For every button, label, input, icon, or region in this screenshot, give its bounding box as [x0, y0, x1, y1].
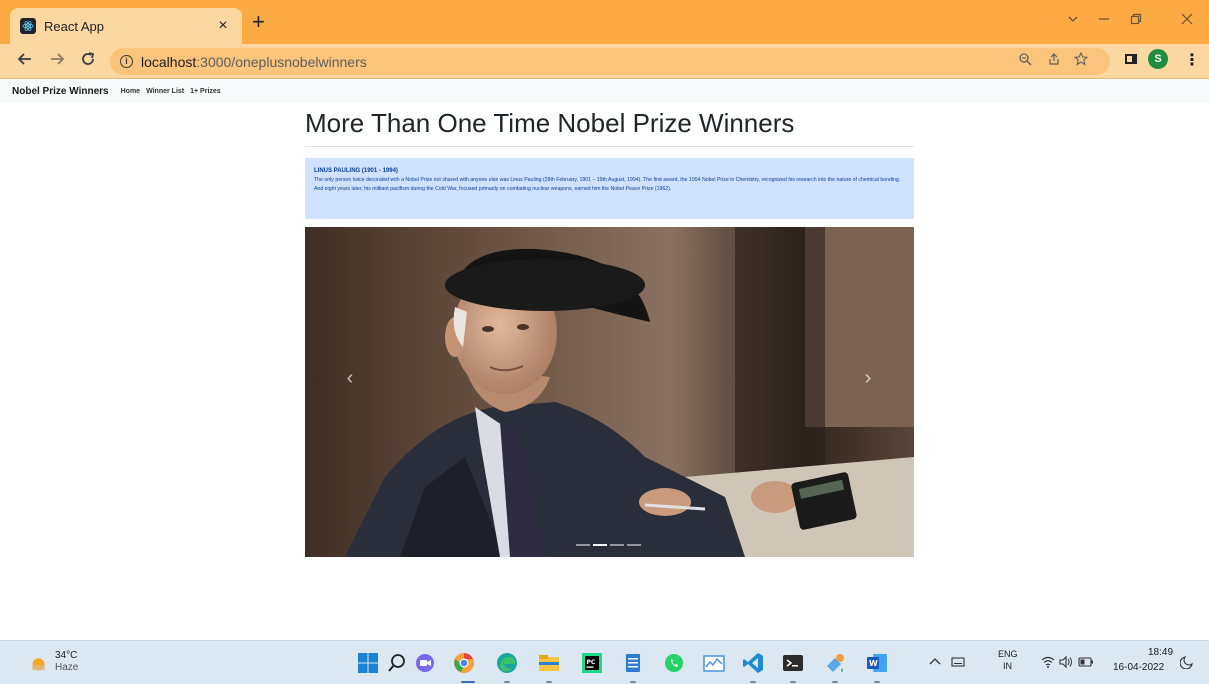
winner-carousel: ‹ › [305, 227, 914, 557]
search-icon[interactable] [386, 652, 408, 674]
profile-avatar[interactable]: S [1148, 49, 1168, 69]
chrome-icon[interactable] [453, 652, 475, 674]
carousel-prev-button[interactable]: ‹ [335, 367, 365, 390]
carousel-indicator[interactable] [627, 544, 641, 546]
weather-condition[interactable]: Haze [55, 662, 78, 673]
vscode-running-indicator [750, 681, 756, 683]
nav-link-prizes[interactable]: 1+ Prizes [190, 88, 221, 95]
site-info-icon[interactable]: i [120, 55, 133, 68]
notepad-icon[interactable] [622, 652, 644, 674]
vscode-icon[interactable] [742, 652, 764, 674]
react-favicon-icon [20, 18, 36, 34]
windows-taskbar: 34°C Haze PC W ENG IN 18:49 16-04-2022 [0, 640, 1209, 684]
notifications-moon-icon[interactable] [1180, 655, 1194, 669]
edge-running-indicator [504, 681, 510, 683]
paint-running-indicator [832, 681, 838, 683]
carousel-indicator[interactable] [593, 544, 607, 546]
new-tab-button[interactable]: + [252, 10, 265, 34]
page-title: More Than One Time Nobel Prize Winners [305, 108, 795, 138]
volume-icon[interactable] [1059, 655, 1073, 669]
keyboard-tray-icon[interactable] [951, 655, 965, 669]
winner-info-alert: LINUS PAULING (1901 - 1994) The only per… [305, 158, 914, 219]
forward-icon[interactable] [46, 49, 68, 73]
address-bar[interactable]: i localhost:3000/oneplusnobelwinners [110, 48, 1110, 75]
minimize-icon[interactable] [1098, 12, 1110, 29]
restore-icon[interactable] [1130, 12, 1142, 29]
navbar-brand[interactable]: Nobel Prize Winners [12, 86, 109, 97]
tab-title: React App [44, 18, 104, 34]
chevron-up-icon[interactable] [928, 655, 942, 669]
weather-sun-icon[interactable] [30, 655, 47, 672]
bookmark-star-icon[interactable] [1073, 51, 1089, 69]
zoom-icon[interactable] [1018, 52, 1032, 69]
file-explorer-icon[interactable] [538, 652, 560, 674]
clock-date[interactable]: 16-04-2022 [1113, 662, 1164, 673]
clock-time[interactable]: 18:49 [1148, 647, 1173, 658]
winner-description: The only person twice decorated with a N… [314, 177, 901, 192]
reload-icon[interactable] [77, 49, 99, 73]
share-icon[interactable] [1047, 52, 1061, 69]
winner-name-heading: LINUS PAULING (1901 - 1994) [314, 168, 398, 174]
carousel-indicator[interactable] [610, 544, 624, 546]
site-navbar: Nobel Prize Winners Home Winner List 1+ … [0, 79, 1209, 103]
word-running-indicator [874, 681, 880, 683]
svg-text:PC: PC [587, 659, 596, 666]
weather-temperature[interactable]: 34°C [55, 650, 77, 661]
terminal-running-indicator [790, 681, 796, 683]
wifi-icon[interactable] [1041, 655, 1055, 669]
browser-tab[interactable]: React App × [10, 8, 242, 44]
url-path: :3000/oneplusnobelwinners [196, 53, 367, 70]
edge-icon[interactable] [496, 652, 518, 674]
browser-toolbar: i localhost:3000/oneplusnobelwinners [0, 44, 1209, 79]
back-icon[interactable] [14, 49, 36, 73]
language-indicator-bottom[interactable]: IN [1003, 661, 1012, 671]
browser-tab-strip: React App × + [0, 0, 1209, 44]
chrome-active-indicator [461, 681, 475, 683]
whatsapp-icon[interactable] [663, 652, 685, 674]
svg-text:W: W [869, 659, 878, 668]
language-indicator-top[interactable]: ENG [998, 649, 1018, 659]
pycharm-icon[interactable]: PC [581, 652, 603, 674]
explorer-running-indicator [546, 681, 552, 683]
notepad-running-indicator [630, 681, 636, 683]
browser-menu-icon[interactable]: ⋮ [1184, 50, 1200, 70]
title-divider [305, 146, 914, 147]
tab-close-icon[interactable]: × [214, 17, 232, 35]
nav-link-winner-list[interactable]: Winner List [146, 88, 184, 95]
tab-search-icon[interactable] [1067, 12, 1079, 29]
carousel-next-button[interactable]: › [853, 367, 883, 390]
paint-icon[interactable] [824, 652, 846, 674]
teams-chat-icon[interactable] [414, 652, 436, 674]
url-host: localhost [141, 53, 197, 70]
carousel-slide-photo [305, 227, 914, 557]
nav-link-home[interactable]: Home [121, 88, 140, 95]
carousel-indicator[interactable] [576, 544, 590, 546]
word-icon[interactable]: W [866, 652, 888, 674]
side-panel-icon[interactable] [1124, 52, 1138, 71]
start-windows-icon[interactable] [357, 652, 379, 674]
carousel-indicators [576, 544, 641, 546]
performance-monitor-icon[interactable] [703, 652, 725, 674]
close-window-icon[interactable] [1181, 12, 1193, 29]
battery-icon[interactable] [1078, 655, 1094, 669]
terminal-icon[interactable] [782, 652, 804, 674]
